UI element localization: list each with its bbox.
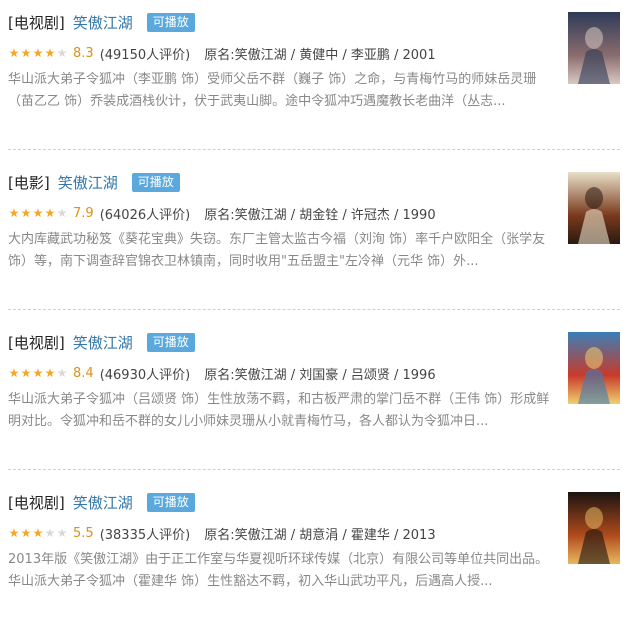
star-filled-icon: ★ <box>20 46 32 60</box>
list-item: [电视剧] 笑傲江湖 可播放 ★ ★ ★ ★ ★ 5.5 (38335人评价) 原名:笑… <box>0 480 640 640</box>
title-row: [电视剧] 笑傲江湖 可播放 <box>8 330 558 354</box>
description: 2013年版《笑傲江湖》由于正工作室与华夏视听环球传媒（北京）有限公司等单位共同… <box>8 552 549 589</box>
star-empty-icon: ★ <box>44 526 56 540</box>
star-filled-icon: ★ <box>8 206 20 220</box>
title-link[interactable]: 笑傲江湖 <box>73 332 133 353</box>
poster-image[interactable] <box>568 332 620 404</box>
meta-row: ★ ★ ★ ★ ★ 8.3 (49150人评价) 原名:笑傲江湖 / 黄健中 / 李亚鹏… <box>8 43 558 63</box>
rating-score: 5.5 <box>73 525 94 541</box>
star-filled-icon: ★ <box>44 46 56 60</box>
title-row: [电视剧] 笑傲江湖 可播放 <box>8 10 558 34</box>
star-empty-icon: ★ <box>56 206 68 220</box>
result-content: [电视剧] 笑傲江湖 可播放 ★ ★ ★ ★ ★ 8.3 (49150人评价) 原名:笑… <box>8 10 558 135</box>
star-filled-icon: ★ <box>8 526 20 540</box>
category-label: [电视剧] <box>8 493 65 512</box>
vote-count: (38335人评价) <box>99 527 191 543</box>
category-label: [电影] <box>8 173 50 192</box>
result-content: [电影] 笑傲江湖 可播放 ★ ★ ★ ★ ★ 7.9 (64026人评价) 原名:笑傲… <box>8 170 558 295</box>
rating-score: 8.3 <box>73 45 94 61</box>
playable-badge[interactable]: 可播放 <box>131 172 180 192</box>
divider <box>8 309 620 310</box>
category-label: [电视剧] <box>8 13 65 32</box>
star-filled-icon: ★ <box>20 526 32 540</box>
result-content: [电视剧] 笑傲江湖 可播放 ★ ★ ★ ★ ★ 5.5 (38335人评价) 原名:笑… <box>8 490 558 615</box>
original-info: 原名:笑傲江湖 / 胡金铨 / 许冠杰 / 1990 <box>204 207 436 223</box>
list-item: [电影] 笑傲江湖 可播放 ★ ★ ★ ★ ★ 7.9 (64026人评价) 原名:笑傲… <box>0 160 640 320</box>
vote-count: (46930人评价) <box>99 367 191 383</box>
description: 华山派大弟子令狐冲（李亚鹏 饰）受师父岳不群（巍子 饰）之命，与青梅竹马的师妹岳… <box>8 72 537 109</box>
star-empty-icon: ★ <box>56 526 68 540</box>
poster-image[interactable] <box>568 172 620 244</box>
title-link[interactable]: 笑傲江湖 <box>73 492 133 513</box>
vote-count: (49150人评价) <box>99 47 191 63</box>
description: 大内库藏武功秘笈《葵花宝典》失窃。东厂主管太监古今福（刘洵 饰）率千户欧阳全（张… <box>8 232 546 269</box>
star-filled-icon: ★ <box>32 526 44 540</box>
title-row: [电视剧] 笑傲江湖 可播放 <box>8 490 558 514</box>
meta-row: ★ ★ ★ ★ ★ 5.5 (38335人评价) 原名:笑傲江湖 / 胡意涓 / 霍建华… <box>8 523 558 543</box>
rating-score: 7.9 <box>73 205 94 221</box>
star-filled-icon: ★ <box>44 206 56 220</box>
playable-badge[interactable]: 可播放 <box>146 332 195 352</box>
star-filled-icon: ★ <box>32 206 44 220</box>
playable-badge[interactable]: 可播放 <box>146 492 195 512</box>
original-info: 原名:笑傲江湖 / 胡意涓 / 霍建华 / 2013 <box>204 527 436 543</box>
divider <box>8 469 620 470</box>
rating-stars: ★ ★ ★ ★ ★ <box>8 527 68 539</box>
star-filled-icon: ★ <box>32 366 44 380</box>
rating-stars: ★ ★ ★ ★ ★ <box>8 47 68 59</box>
star-filled-icon: ★ <box>8 366 20 380</box>
description: 华山派大弟子令狐冲（吕颂贤 饰）生性放荡不羁，和古板严肃的掌门岳不群（王伟 饰）… <box>8 392 550 429</box>
title-link[interactable]: 笑傲江湖 <box>73 12 133 33</box>
star-filled-icon: ★ <box>20 366 32 380</box>
category-label: [电视剧] <box>8 333 65 352</box>
star-filled-icon: ★ <box>20 206 32 220</box>
playable-badge[interactable]: 可播放 <box>146 12 195 32</box>
original-info: 原名:笑傲江湖 / 刘国豪 / 吕颂贤 / 1996 <box>204 367 436 383</box>
search-results-list: [电视剧] 笑傲江湖 可播放 ★ ★ ★ ★ ★ 8.3 (49150人评价) 原名:笑… <box>0 0 640 621</box>
poster-image[interactable] <box>568 12 620 84</box>
star-empty-icon: ★ <box>56 366 68 380</box>
title-row: [电影] 笑傲江湖 可播放 <box>8 170 558 194</box>
title-link[interactable]: 笑傲江湖 <box>58 172 118 193</box>
star-empty-icon: ★ <box>56 46 68 60</box>
meta-row: ★ ★ ★ ★ ★ 7.9 (64026人评价) 原名:笑傲江湖 / 胡金铨 / 许冠杰… <box>8 203 558 223</box>
list-item: [电视剧] 笑傲江湖 可播放 ★ ★ ★ ★ ★ 8.3 (49150人评价) 原名:笑… <box>0 0 640 160</box>
divider <box>8 149 620 150</box>
poster-image[interactable] <box>568 492 620 564</box>
result-content: [电视剧] 笑傲江湖 可播放 ★ ★ ★ ★ ★ 8.4 (46930人评价) 原名:笑… <box>8 330 558 455</box>
vote-count: (64026人评价) <box>99 207 191 223</box>
meta-row: ★ ★ ★ ★ ★ 8.4 (46930人评价) 原名:笑傲江湖 / 刘国豪 / 吕颂贤… <box>8 363 558 383</box>
list-item: [电视剧] 笑傲江湖 可播放 ★ ★ ★ ★ ★ 8.4 (46930人评价) 原名:笑… <box>0 320 640 480</box>
star-filled-icon: ★ <box>32 46 44 60</box>
rating-stars: ★ ★ ★ ★ ★ <box>8 367 68 379</box>
rating-score: 8.4 <box>73 365 94 381</box>
star-filled-icon: ★ <box>44 366 56 380</box>
original-info: 原名:笑傲江湖 / 黄健中 / 李亚鹏 / 2001 <box>204 47 436 63</box>
star-filled-icon: ★ <box>8 46 20 60</box>
rating-stars: ★ ★ ★ ★ ★ <box>8 207 68 219</box>
